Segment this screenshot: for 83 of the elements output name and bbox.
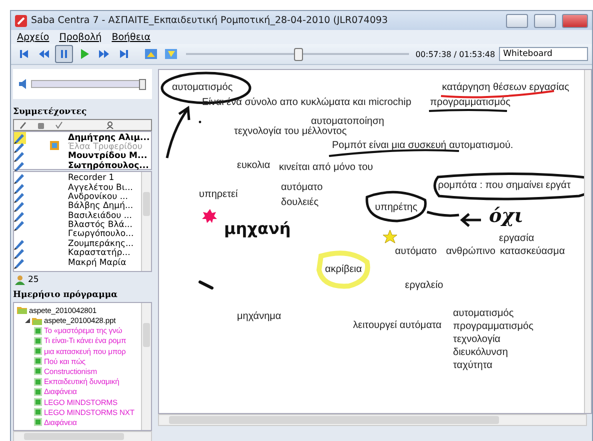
skip-end-icon	[117, 47, 131, 61]
section-heading: Ημερήσιο πρόγραμμα	[13, 290, 119, 300]
person-icon	[106, 120, 114, 129]
whiteboard-text: εργασία	[499, 233, 534, 244]
participant-name[interactable]: Βλαστός Βλά...	[68, 220, 141, 230]
whiteboard-text: διευκόλυνση	[453, 347, 508, 358]
scrollbar[interactable]	[158, 414, 587, 426]
playback-slider[interactable]	[186, 49, 410, 59]
participant-name[interactable]: Ανδρονίκου ...	[68, 192, 141, 202]
whiteboard-text: προγραμματισμός	[453, 321, 534, 332]
participant-name[interactable]: Βασιλειάδου ...	[68, 210, 141, 221]
menu-item[interactable]: Βοήθεια	[112, 32, 150, 42]
menu-item[interactable]: Προβολή	[59, 32, 102, 42]
check-icon	[55, 120, 63, 129]
whiteboard-text: ρομπότα : που σημαίνει εργάτ	[438, 180, 571, 191]
scrollbar[interactable]	[141, 172, 151, 272]
skip-start-icon	[17, 47, 31, 61]
pen-icon	[19, 120, 27, 129]
slider-thumb[interactable]	[139, 78, 146, 90]
whiteboard-text: υπηρετεί	[199, 189, 238, 200]
star-icon	[202, 209, 217, 223]
scrollbar[interactable]	[141, 303, 151, 430]
window-title: Saba Centra 7 - ΑΣΠΑΙΤΕ_Εκπαιδευτική Ρομποτική_28-04-2010 (JLR074093	[31, 15, 389, 26]
close-button[interactable]	[562, 14, 588, 28]
whiteboard-text: ταχύτητα	[453, 360, 492, 371]
scrollbar[interactable]	[13, 431, 152, 441]
whiteboard-text: Ρομπότ είναι μια συσκευή αυτοματισμού.	[332, 140, 514, 151]
whiteboard-text: αυτόματο	[281, 182, 323, 193]
whiteboard[interactable]	[158, 69, 592, 414]
folder-icon	[17, 305, 27, 316]
participant-name[interactable]: Μουντρίδου Μ...	[68, 151, 151, 162]
minimize-button[interactable]	[506, 14, 528, 28]
section-heading: Συμμετέχοντες	[13, 106, 88, 117]
whiteboard-text: αυτόματο	[395, 246, 437, 257]
view-dropdown[interactable]: Whiteboard	[499, 47, 588, 61]
app-icon	[15, 14, 27, 26]
fast-forward-icon	[97, 47, 111, 61]
participant-name[interactable]: Αγγελέτου Βι...	[68, 182, 141, 193]
whiteboard-text: εργαλείο	[405, 280, 444, 291]
whiteboard-text: προγραμματισμός	[430, 97, 510, 108]
whiteboard-text: τεχνολογία	[453, 334, 500, 345]
ink-dot	[198, 120, 202, 124]
ink-dash	[198, 280, 214, 290]
participant-name[interactable]: Ζουμπεράκης...	[68, 238, 141, 249]
whiteboard-text: αυτοματοποίηση	[311, 116, 384, 127]
participant-name[interactable]: Recorder 1	[68, 173, 141, 184]
maximize-button[interactable]	[534, 14, 556, 28]
whiteboard-text: ανθρώπινο	[446, 246, 496, 257]
whiteboard-text: λειτουργεί αυτόματα	[353, 320, 442, 331]
whiteboard-text: αυτοματισμός	[453, 308, 514, 319]
whiteboard-text: μηχανή	[224, 219, 291, 238]
ink-arrow	[166, 106, 190, 160]
whiteboard-text: κινείται από μόνο του	[279, 162, 374, 173]
star-icon	[382, 230, 398, 244]
participant-name[interactable]: Σωτηρόπουλος...	[68, 160, 151, 171]
participant-name[interactable]: Γεωργόπουλο...	[68, 228, 141, 239]
participant-name[interactable]: Δημήτρης Αλιμ...	[68, 132, 151, 143]
time-readout: 00:57:38 / 01:53:48	[415, 50, 496, 58]
picture-icon	[144, 47, 158, 61]
picture-icon	[164, 47, 178, 61]
scrollbar[interactable]	[584, 70, 591, 413]
participant-name[interactable]: Μακρή Μαρία	[68, 258, 141, 268]
whiteboard-text: ακρίβεια	[325, 264, 362, 275]
whiteboard-text: δουλειές	[281, 197, 319, 208]
handwritten-text: όχι	[489, 205, 524, 227]
people-icon	[15, 275, 25, 286]
whiteboard-text: ευκολια	[237, 160, 270, 171]
whiteboard-text: αυτοματισμός	[172, 82, 233, 93]
rewind-icon	[37, 47, 51, 61]
whiteboard-text: τεχνολογία του μέλλοντος	[234, 126, 347, 137]
speaker-icon	[19, 78, 27, 89]
whiteboard-text: κατασκεύασμα	[500, 246, 565, 257]
participant-name[interactable]: Καραστατήρ...	[68, 248, 141, 258]
whiteboard-text: υπηρέτης	[375, 202, 418, 213]
whiteboard-text: κατάργηση θέσεων εργασίας	[442, 82, 570, 93]
menu-item[interactable]: Αρχείο	[17, 32, 50, 42]
pause-button[interactable]	[55, 45, 73, 63]
participant-count: 25	[28, 275, 39, 286]
ink-arrow	[460, 212, 482, 228]
participant-name[interactable]: Βάλβης Δημή...	[68, 201, 141, 212]
whiteboard-text: μηχάνημα	[237, 311, 282, 322]
folder-icon	[32, 316, 42, 326]
slider-thumb[interactable]	[294, 48, 303, 61]
